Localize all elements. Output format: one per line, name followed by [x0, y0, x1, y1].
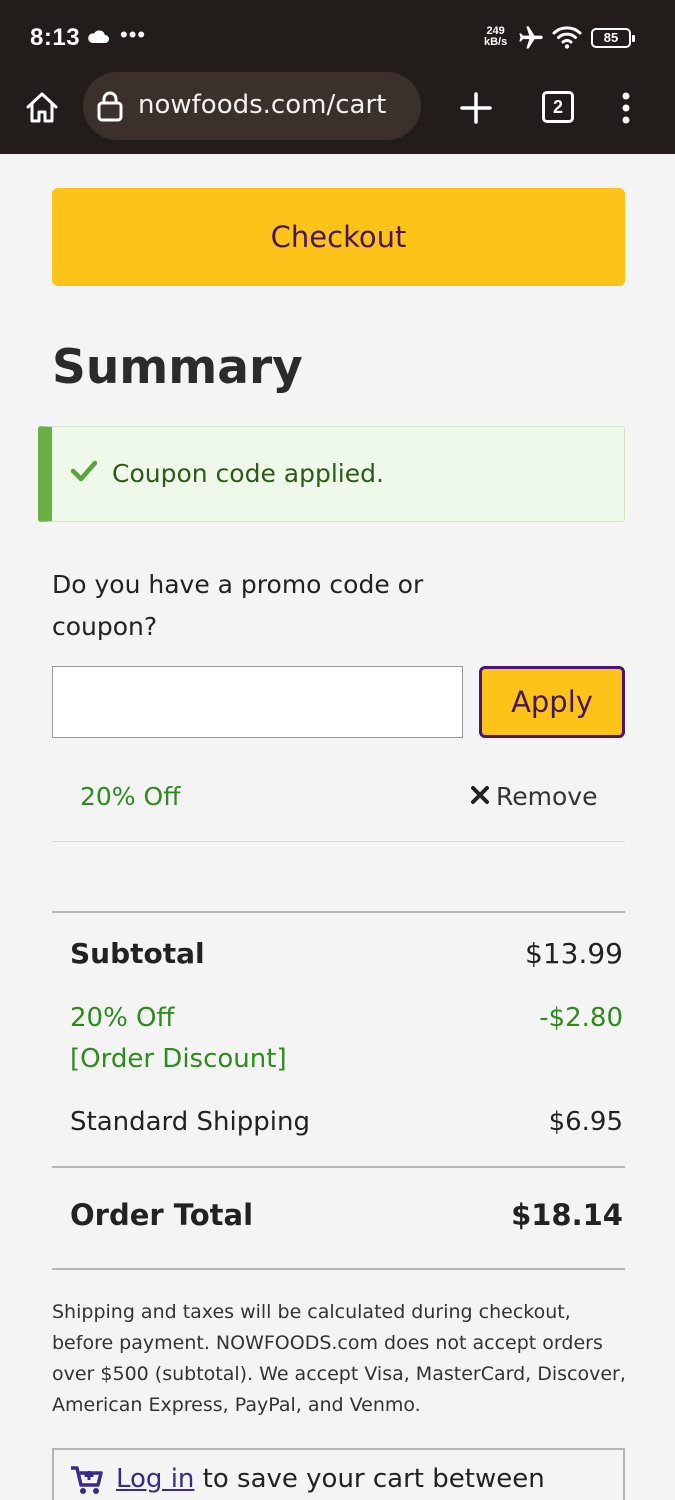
new-tab-icon[interactable]	[458, 90, 494, 126]
checkout-disclaimer: Shipping and taxes will be calculated du…	[52, 1301, 626, 1416]
summary-title: Summary	[52, 340, 303, 395]
url-text: nowfoods.com/cart	[138, 90, 387, 120]
network-speed-unit: kB/s	[484, 36, 508, 48]
airplane-mode-icon	[516, 24, 546, 57]
subtotal-value: $13.99	[525, 937, 623, 970]
discount-value: -$2.80	[539, 1003, 623, 1033]
cloud-icon	[86, 28, 110, 49]
browser-toolbar: nowfoods.com/cart 2	[0, 72, 675, 154]
subtotal-label: Subtotal	[70, 937, 205, 970]
network-speed: 249 kB/s	[484, 26, 507, 48]
overflow-menu-icon[interactable]	[616, 90, 636, 126]
discount-label: 20% Off	[70, 1003, 175, 1033]
divider	[52, 1268, 625, 1270]
checkout-button[interactable]: Checkout	[52, 188, 625, 286]
wifi-icon	[552, 24, 582, 55]
promo-question: Do you have a promo code or coupon?	[52, 570, 424, 641]
order-total-value: $18.14	[511, 1198, 623, 1232]
applied-coupon-label: 20% Off	[80, 782, 181, 811]
status-time: 8:13	[30, 24, 81, 51]
divider	[52, 1166, 625, 1168]
shipping-label: Standard Shipping	[70, 1107, 310, 1137]
apply-button[interactable]: Apply	[479, 666, 625, 738]
check-icon	[70, 459, 98, 488]
more-notifications-icon: •••	[120, 22, 147, 47]
divider	[52, 841, 625, 842]
shipping-value: $6.95	[548, 1107, 623, 1137]
close-icon	[470, 782, 490, 811]
remove-coupon-button[interactable]: Remove	[470, 782, 597, 811]
status-bar: 8:13 ••• 249 kB/s 85	[0, 0, 675, 76]
save-cart-notice: Log in to save your cart between	[52, 1448, 625, 1500]
coupon-applied-alert: Coupon code applied.	[38, 426, 625, 522]
address-bar[interactable]: nowfoods.com/cart	[83, 72, 421, 140]
home-icon[interactable]	[22, 88, 62, 128]
order-total-label: Order Total	[70, 1198, 254, 1232]
tab-switcher-button[interactable]: 2	[542, 91, 574, 123]
save-cart-suffix: to save your cart between	[194, 1464, 545, 1494]
lock-icon	[95, 90, 125, 127]
divider	[52, 911, 625, 913]
remove-label: Remove	[496, 782, 598, 811]
battery-icon: 85	[591, 28, 635, 48]
promo-code-input[interactable]	[52, 666, 463, 738]
login-link[interactable]: Log in	[116, 1464, 194, 1494]
cart-icon	[70, 1465, 104, 1500]
save-cart-text: Log in to save your cart between	[116, 1464, 545, 1494]
discount-type-label: [Order Discount]	[70, 1044, 287, 1074]
coupon-alert-text: Coupon code applied.	[112, 459, 384, 488]
